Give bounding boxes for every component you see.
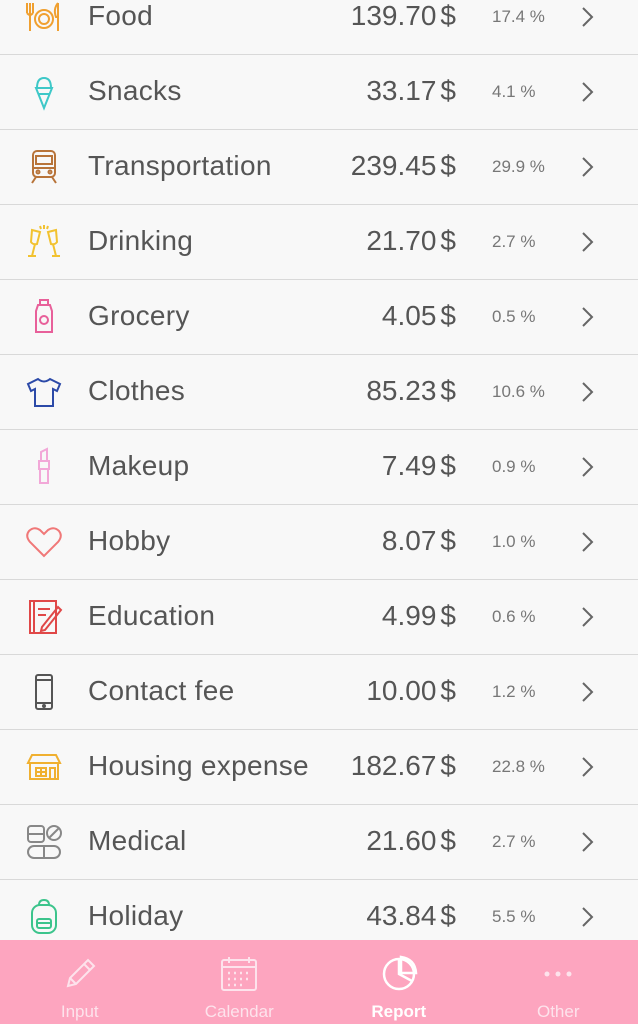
category-amount: 7.49 $ <box>381 450 456 481</box>
chevron-right-icon <box>582 907 594 927</box>
category-row-drinking[interactable]: Drinking 21.70 $ 2.7 % <box>0 205 638 280</box>
chevron-right-icon <box>582 607 594 627</box>
tab-other[interactable]: Other <box>479 940 638 1024</box>
fork-knife-plate-icon <box>24 0 64 37</box>
category-percent: 29.9 % <box>492 157 545 176</box>
category-list: Food 139.70 $ 17.4 % Snacks 33.17 $ 4.1 % … <box>0 0 638 955</box>
category-amount: 239.45 $ <box>350 150 456 181</box>
category-row-education[interactable]: Education 4.99 $ 0.6 % <box>0 580 638 655</box>
category-amount: 4.99 $ <box>381 600 456 631</box>
category-name: Makeup <box>88 450 190 481</box>
calendar-icon <box>221 957 258 991</box>
pie-chart-icon <box>382 955 418 991</box>
category-row-grocery[interactable]: Grocery 4.05 $ 0.5 % <box>0 280 638 355</box>
chevron-right-icon <box>582 532 594 552</box>
category-name: Education <box>88 600 216 631</box>
tab-report[interactable]: Report <box>319 940 479 1024</box>
category-amount: 33.17 $ <box>366 75 456 106</box>
category-name: Snacks <box>88 75 182 106</box>
category-name: Contact fee <box>88 675 235 706</box>
category-percent: 0.9 % <box>492 457 536 476</box>
category-percent: 2.7 % <box>492 232 536 251</box>
category-percent: 4.1 % <box>492 82 536 101</box>
tab-input[interactable]: Input <box>0 940 160 1024</box>
chevron-right-icon <box>582 232 594 252</box>
category-row-food[interactable]: Food 139.70 $ 17.4 % <box>0 0 638 55</box>
ice-cream-icon <box>24 72 64 112</box>
category-percent: 1.2 % <box>492 682 536 701</box>
pencil-icon <box>66 958 96 988</box>
category-amount: 10.00 $ <box>366 675 456 706</box>
category-name: Transportation <box>88 150 272 181</box>
chevron-right-icon <box>582 757 594 777</box>
category-amount: 21.60 $ <box>366 825 456 856</box>
category-percent: 17.4 % <box>492 7 545 26</box>
chevron-right-icon <box>582 682 594 702</box>
lipstick-icon <box>24 447 64 487</box>
train-icon <box>24 147 64 187</box>
category-row-makeup[interactable]: Makeup 7.49 $ 0.9 % <box>0 430 638 505</box>
more-dots-icon <box>544 971 572 977</box>
category-name: Clothes <box>88 375 186 406</box>
category-row-housing-expense[interactable]: Housing expense 182.67 $ 22.8 % <box>0 730 638 805</box>
detergent-bottle-icon <box>24 297 64 337</box>
category-amount: 8.07 $ <box>381 525 456 556</box>
category-percent: 2.7 % <box>492 832 536 851</box>
pills-icon <box>24 822 64 862</box>
category-percent: 0.6 % <box>492 607 536 626</box>
notebook-pencil-icon <box>24 597 64 637</box>
category-amount: 21.70 $ <box>366 225 456 256</box>
backpack-icon <box>24 897 64 937</box>
chevron-right-icon <box>582 7 594 27</box>
category-row-contact-fee[interactable]: Contact fee 10.00 $ 1.2 % <box>0 655 638 730</box>
category-name: Grocery <box>88 300 190 331</box>
category-row-snacks[interactable]: Snacks 33.17 $ 4.1 % <box>0 55 638 130</box>
chevron-right-icon <box>582 157 594 177</box>
tshirt-icon <box>24 372 64 412</box>
category-name: Drinking <box>88 225 194 256</box>
category-amount: 85.23 $ <box>366 375 456 406</box>
category-name: Food <box>88 0 154 31</box>
tab-calendar[interactable]: Calendar <box>160 940 320 1024</box>
category-row-medical[interactable]: Medical 21.60 $ 2.7 % <box>0 805 638 880</box>
tab-bar: Input Calendar Report Other <box>0 940 638 1024</box>
chevron-right-icon <box>582 457 594 477</box>
tab-label: Calendar <box>204 1002 274 1021</box>
category-name: Housing expense <box>88 750 309 781</box>
category-percent: 1.0 % <box>492 532 536 551</box>
category-name: Hobby <box>88 525 171 556</box>
smartphone-icon <box>24 672 64 712</box>
category-name: Holiday <box>88 900 184 931</box>
tab-label: Other <box>536 1002 580 1021</box>
tab-label: Input <box>60 1002 99 1021</box>
tab-label: Report <box>371 1002 427 1021</box>
chevron-right-icon <box>582 832 594 852</box>
category-percent: 22.8 % <box>492 757 545 776</box>
category-percent: 5.5 % <box>492 907 536 926</box>
category-amount: 4.05 $ <box>381 300 456 331</box>
house-icon <box>24 747 64 787</box>
category-row-transportation[interactable]: Transportation 239.45 $ 29.9 % <box>0 130 638 205</box>
category-row-clothes[interactable]: Clothes 85.23 $ 10.6 % <box>0 355 638 430</box>
chevron-right-icon <box>582 82 594 102</box>
category-name: Medical <box>88 825 187 856</box>
category-row-hobby[interactable]: Hobby 8.07 $ 1.0 % <box>0 505 638 580</box>
chevron-right-icon <box>582 307 594 327</box>
champagne-icon <box>24 222 64 262</box>
chevron-right-icon <box>582 382 594 402</box>
category-percent: 0.5 % <box>492 307 536 326</box>
category-percent: 10.6 % <box>492 382 545 401</box>
heart-icon <box>24 522 64 562</box>
category-amount: 139.70 $ <box>350 0 456 31</box>
category-amount: 43.84 $ <box>366 900 456 931</box>
category-amount: 182.67 $ <box>350 750 456 781</box>
